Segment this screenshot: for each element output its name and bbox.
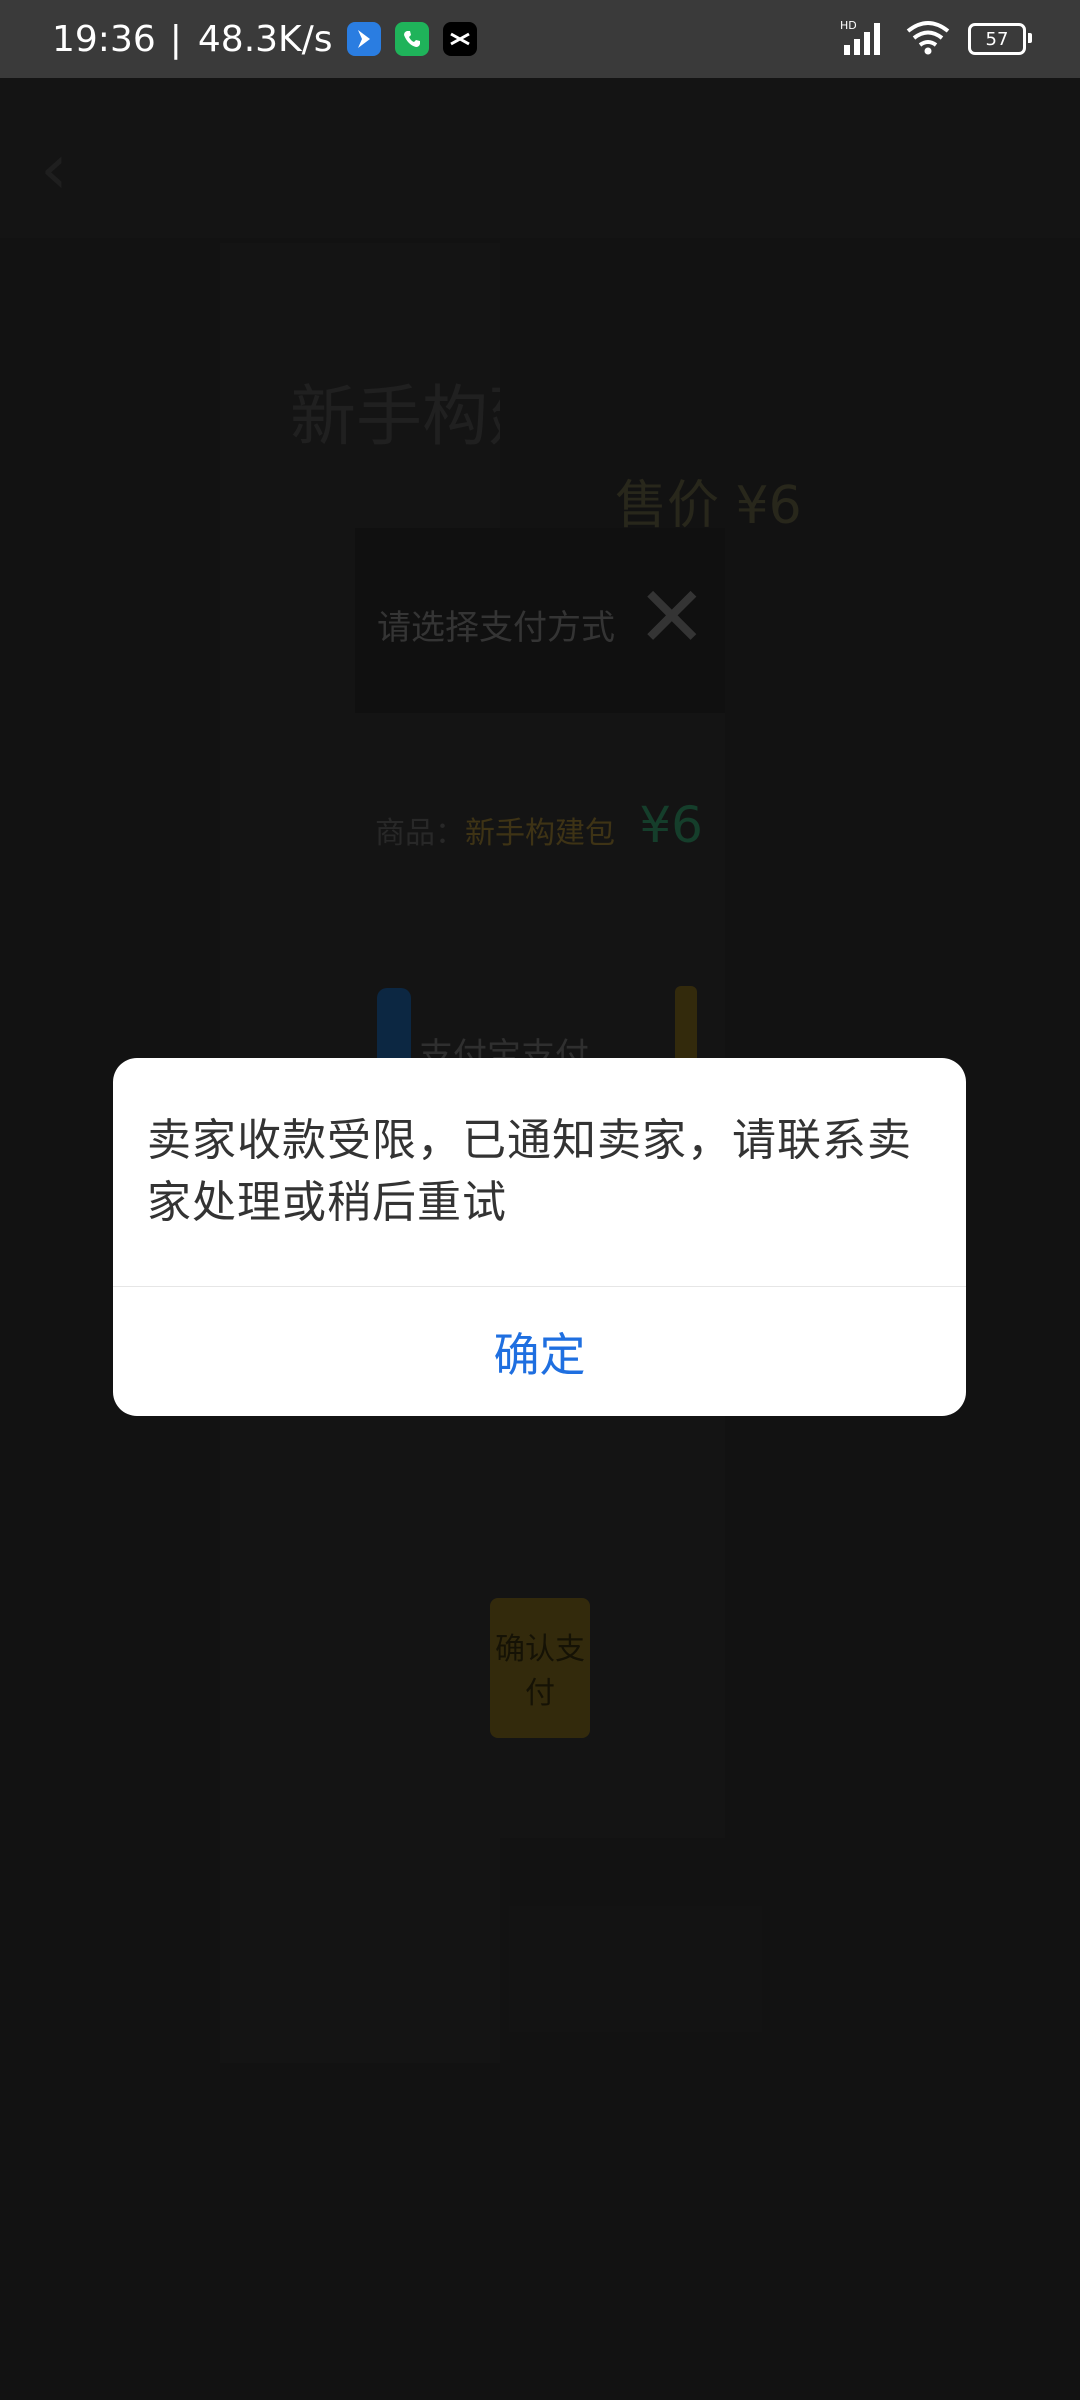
- capcut-app-icon: [442, 22, 477, 56]
- status-right: HD 57: [840, 0, 1032, 78]
- signal-icon: HD: [840, 19, 888, 59]
- alert-message: 卖家收款受限，已通知卖家，请联系卖家处理或稍后重试: [147, 1115, 912, 1228]
- battery-icon: 57: [968, 23, 1032, 55]
- network-speed: 48.3K/s: [197, 18, 333, 60]
- status-separator: |: [169, 18, 182, 60]
- hd-label: HD: [840, 19, 857, 32]
- status-time: 19:36: [52, 18, 156, 60]
- phone-app-icon: [394, 22, 429, 56]
- alert-dialog: 卖家收款受限，已通知卖家，请联系卖家处理或稍后重试 确定: [113, 1058, 966, 1416]
- status-bar: 19:36 | 48.3K/s HD 57: [0, 0, 1080, 78]
- status-left: 19:36 | 48.3K/s: [52, 0, 477, 78]
- ok-button[interactable]: 确定: [113, 1287, 966, 1416]
- maps-app-icon: [346, 22, 381, 56]
- wifi-icon: [904, 19, 952, 59]
